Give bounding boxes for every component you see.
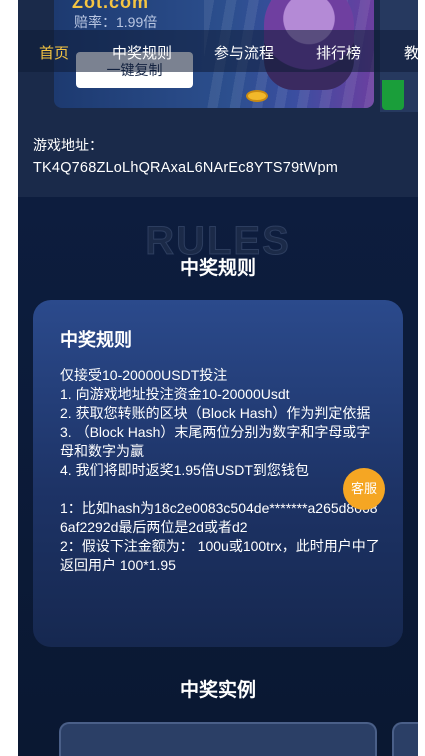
customer-service-button[interactable]: 客服	[343, 468, 385, 510]
nav-item-process[interactable]: 参与流程	[214, 42, 274, 63]
rule-line: 3. （Block Hash）末尾两位分别为数字和字母或字母和数字为赢	[60, 424, 371, 459]
rule-line: 2：假设下注金额为： 100u或100trx，此时用户中了 返回用户 100*1…	[60, 538, 380, 573]
rules-section-title: 中奖规则	[179, 258, 256, 279]
nav-item-home[interactable]: 首页	[39, 42, 69, 63]
example-card[interactable]	[59, 722, 377, 756]
coin-icon	[246, 90, 268, 102]
top-nav: 首页 中奖规则 参与流程 排行榜 教	[18, 30, 418, 72]
rule-spacer	[60, 480, 381, 499]
page: Zot.com 赔率：1.99倍 一键复制 首页 中奖规则 参与流程 排行榜 教…	[18, 0, 418, 756]
examples-title: 中奖实例	[179, 680, 256, 701]
rule-line: 仅接受10-20000USDT投注	[60, 367, 228, 383]
rules-card-title: 中奖规则	[60, 330, 132, 350]
rule-line: 2. 获取您转账的区块（Block Hash）作为判定依据	[60, 405, 371, 421]
nav-item-tutorial[interactable]: 教	[404, 42, 418, 63]
rule-line: 1：比如hash为18c2e0083c504de*******a265d8068…	[60, 500, 378, 535]
odds-text: 赔率：1.99倍	[74, 14, 158, 30]
rule-line: 1. 向游戏地址投注资金10-20000Usdt	[60, 386, 290, 402]
address-value[interactable]: TK4Q768ZLoLhQRAxaL6NArEc8YTS79tWpm	[33, 160, 338, 176]
rules-card: 中奖规则 仅接受10-20000USDT投注 1. 向游戏地址投注资金10-20…	[33, 300, 403, 647]
nav-item-rules[interactable]: 中奖规则	[112, 42, 172, 63]
green-block	[382, 80, 404, 110]
rule-line: 4. 我们将即时返奖1.95倍USDT到您钱包	[60, 462, 309, 478]
address-label: 游戏地址：	[33, 137, 103, 153]
example-card[interactable]	[392, 722, 418, 756]
nav-item-leaderboard[interactable]: 排行榜	[316, 42, 361, 63]
banner: Zot.com 赔率：1.99倍 一键复制 首页 中奖规则 参与流程 排行榜 教…	[18, 0, 418, 197]
